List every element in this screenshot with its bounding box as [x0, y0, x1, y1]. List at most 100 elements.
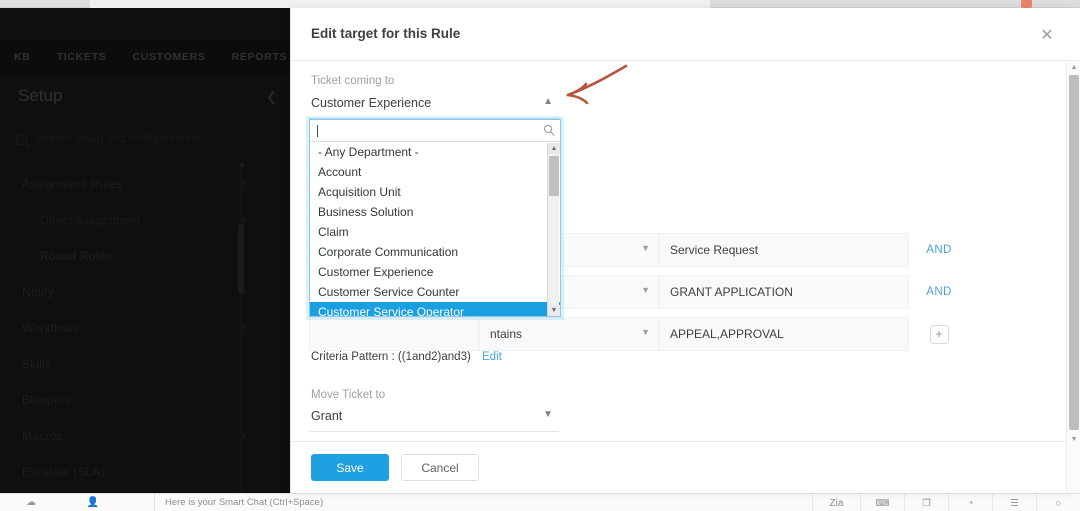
criteria-value-input[interactable]: GRANT APPLICATION [659, 275, 909, 309]
sidebar-item-label: Skills [22, 357, 52, 371]
criteria-pattern: Criteria Pattern : ((1and2)and3) Edit [311, 351, 502, 363]
sidebar-item-macros[interactable]: Macros ▾ [0, 418, 290, 454]
scroll-up-icon[interactable]: ▲ [548, 143, 560, 154]
chevron-down-icon[interactable]: ▼ [641, 243, 650, 253]
sidebar-scrollbar-thumb[interactable] [238, 224, 244, 294]
nav-item-customers[interactable]: CUSTOMERS [132, 51, 205, 63]
list-item[interactable]: Claim [310, 222, 560, 242]
chevron-down-icon[interactable]: ▼ [641, 327, 650, 337]
scrollbar-thumb[interactable] [1069, 75, 1079, 430]
scroll-up-icon[interactable]: ▲ [1067, 61, 1080, 74]
chat-icon[interactable]: ❐ [904, 494, 948, 511]
nav-item-reports[interactable]: REPORTS [232, 51, 288, 63]
keyboard-icon[interactable]: ⌨ [860, 494, 904, 511]
chevron-down-icon[interactable]: ▼ [641, 285, 650, 295]
department-search-input[interactable] [310, 120, 560, 142]
sidebar-nav-list: Assignment Rules ▾ Direct Assignment + R… [0, 166, 290, 490]
cancel-button[interactable]: Cancel [401, 454, 479, 481]
sidebar-item-round-robin[interactable]: Round Robin [0, 238, 290, 274]
user-icon[interactable]: 👤 [62, 497, 124, 508]
scroll-down-icon[interactable]: ▼ [548, 305, 560, 316]
criteria-value-text: GRANT APPLICATION [670, 285, 793, 299]
sidebar-item-escalate-sla[interactable]: Escalate (SLA) [0, 454, 290, 490]
smart-chat-hint[interactable]: Here is your Smart Chat (Ctrl+Space) [154, 493, 323, 511]
circle-icon[interactable]: ○ [1036, 494, 1080, 511]
modal-scrollbar[interactable]: ▲ ▼ [1066, 61, 1080, 493]
sidebar-scrollbar-track[interactable] [239, 162, 243, 511]
ticket-coming-to-label: Ticket coming to [311, 75, 395, 87]
list-item-selected[interactable]: Customer Service Operator [310, 302, 560, 316]
sidebar-item-blueprint[interactable]: Blueprint [0, 382, 290, 418]
browser-indicator [1021, 0, 1032, 8]
save-button[interactable]: Save [311, 454, 389, 481]
dropdown-scrollbar[interactable]: ▲ ▼ [547, 143, 560, 316]
close-icon[interactable]: ✕ [1036, 24, 1058, 46]
zia-button[interactable]: Zia [812, 494, 860, 511]
criteria-condition-select[interactable]: ntains ▼ [479, 317, 659, 351]
modal-footer: Save Cancel [291, 441, 1080, 493]
sidebar-item-workflows[interactable]: Workflows ▾ [0, 310, 290, 346]
nav-item-kb[interactable]: KB [14, 51, 31, 63]
ticket-coming-to-value: Customer Experience [311, 96, 432, 110]
list-item[interactable]: Account [310, 162, 560, 182]
sidebar-item-skills[interactable]: Skills [0, 346, 290, 382]
top-nav-upper-bar [0, 8, 290, 40]
sidebar-item-notify[interactable]: Notify ▾ [0, 274, 290, 310]
list-item[interactable]: Acquisition Unit [310, 182, 560, 202]
table-row: ntains ▼ APPEAL,APPROVAL + [309, 317, 1009, 351]
top-navigation: KB TICKETS CUSTOMERS REPORTS [0, 8, 290, 74]
chevron-left-icon[interactable]: ❮ [266, 89, 277, 105]
chevron-up-icon[interactable]: ▲ [543, 96, 553, 107]
sidebar-item-label: Round Robin [40, 249, 113, 263]
calendar-icon[interactable]: ☰ [992, 494, 1036, 511]
scrollbar-thumb[interactable] [549, 156, 559, 196]
sidebar-item-direct-assignment[interactable]: Direct Assignment + [0, 202, 290, 238]
browser-tab[interactable] [90, 0, 710, 8]
sidebar-item-label: Escalate (SLA) [22, 465, 105, 479]
criteria-connector[interactable]: AND [909, 286, 969, 298]
edit-target-modal: Edit target for this Rule ✕ Ticket comin… [290, 8, 1080, 493]
chevron-down-icon[interactable]: ▼ [543, 409, 553, 420]
browser-tab-strip [0, 0, 1080, 8]
setup-sidebar: Setup ❮ Search setup and configurations … [0, 74, 290, 511]
criteria-value-input[interactable]: APPEAL,APPROVAL [659, 317, 909, 351]
criteria-value-text: Service Request [670, 243, 759, 257]
criteria-value-text: APPEAL,APPROVAL [670, 327, 784, 341]
sidebar-item-label: Workflows [22, 321, 79, 335]
sidebar-item-assignment-rules[interactable]: Assignment Rules ▾ [0, 166, 290, 202]
search-placeholder: Search setup and configurations [35, 133, 200, 145]
list-item[interactable]: - Any Department - [310, 142, 560, 162]
criteria-condition-value: ntains [490, 327, 523, 341]
edit-pattern-link[interactable]: Edit [482, 351, 502, 363]
nav-item-tickets[interactable]: TICKETS [57, 51, 107, 63]
criteria-pattern-label: Criteria Pattern : ((1and2)and3) [311, 351, 471, 363]
list-item[interactable]: Business Solution [310, 202, 560, 222]
list-item[interactable]: Customer Service Counter [310, 282, 560, 302]
department-dropdown: - Any Department - Account Acquisition U… [309, 119, 561, 317]
criteria-value-input[interactable]: Service Request [659, 233, 909, 267]
sidebar-item-label: Notify [22, 285, 54, 299]
sidebar-scroll-up-icon[interactable]: ▲ [238, 160, 246, 169]
sidebar-item-label: Direct Assignment [40, 213, 141, 227]
department-options-list[interactable]: - Any Department - Account Acquisition U… [310, 142, 560, 316]
add-criteria-button[interactable]: + [909, 324, 969, 344]
clock-icon[interactable]: ◔ [948, 494, 992, 511]
cloud-icon[interactable]: ☁ [0, 497, 62, 508]
list-item[interactable]: Corporate Communication [310, 242, 560, 262]
page-title: Setup [18, 86, 63, 105]
criteria-connector[interactable]: AND [909, 244, 969, 256]
text-cursor [317, 125, 318, 137]
list-item[interactable]: Customer Experience [310, 262, 560, 282]
search-icon [544, 125, 552, 133]
sidebar-item-label: Assignment Rules [22, 177, 122, 191]
scroll-down-icon[interactable]: ▼ [1067, 433, 1080, 446]
move-ticket-to-select[interactable]: Grant ▼ [309, 406, 559, 432]
sidebar-item-label: Macros [22, 429, 63, 443]
sidebar-item-label: Blueprint [22, 393, 72, 407]
modal-body: Ticket coming to Customer Experience ▲ -… [291, 61, 1080, 441]
top-nav-items: KB TICKETS CUSTOMERS REPORTS [0, 40, 290, 74]
move-ticket-to-value: Grant [311, 409, 343, 423]
ticket-coming-to-select[interactable]: Customer Experience ▲ [309, 93, 559, 119]
search-input[interactable]: Search setup and configurations [16, 128, 256, 150]
criteria-field-select[interactable] [309, 317, 479, 351]
